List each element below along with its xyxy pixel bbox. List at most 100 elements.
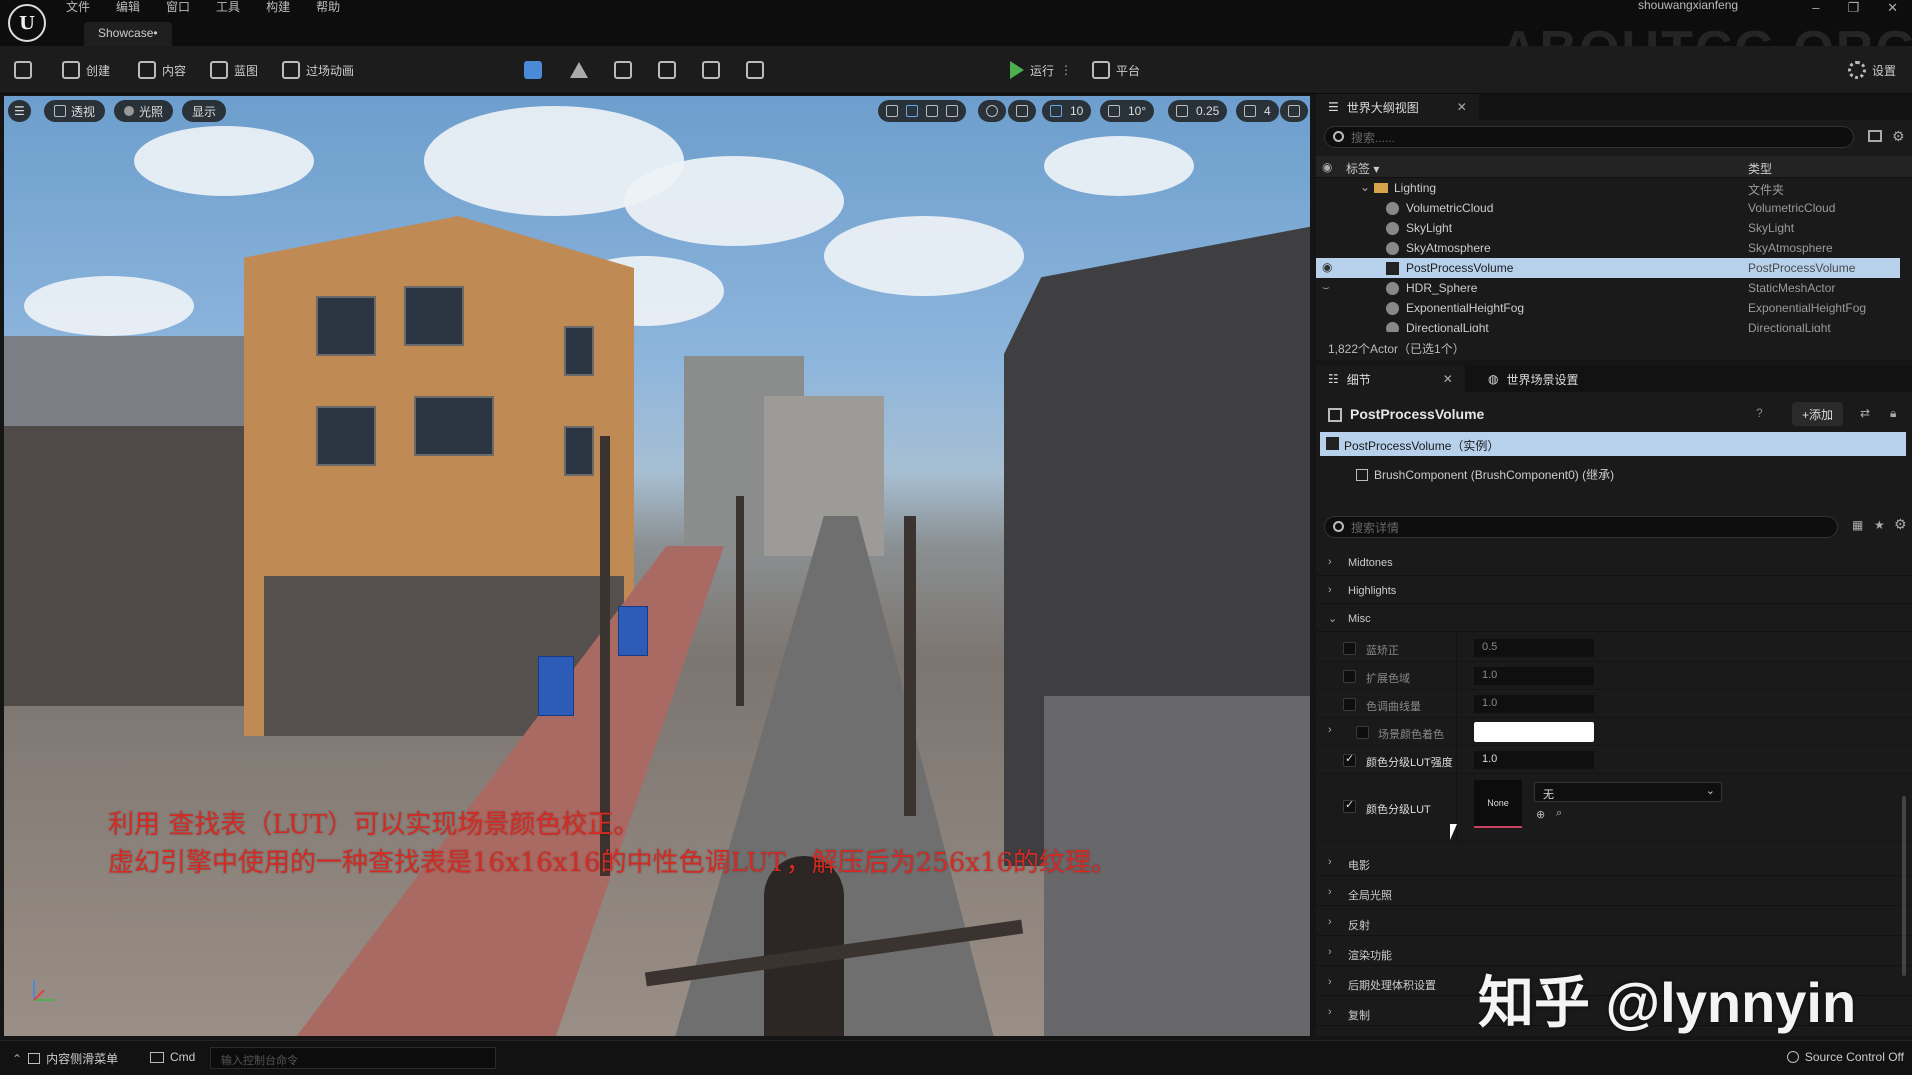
menu-help[interactable]: 帮助 <box>316 0 340 15</box>
grid-snap-button[interactable]: 10 <box>1042 100 1092 122</box>
prop-value-input[interactable]: 0.5 <box>1474 639 1594 657</box>
prop-value-input[interactable]: 1.0 <box>1474 667 1594 685</box>
maximize-viewport-button[interactable] <box>1280 100 1308 122</box>
outliner-row-selected[interactable]: ◉ PostProcessVolume PostProcessVolume <box>1316 258 1900 278</box>
override-checkbox[interactable] <box>1343 642 1356 655</box>
add-folder-icon[interactable] <box>1868 130 1882 142</box>
section-misc[interactable]: ⌄ Misc <box>1316 606 1912 632</box>
blueprint-button[interactable]: 蓝图 <box>210 58 258 82</box>
content-button[interactable]: 内容 <box>138 58 186 82</box>
menu-window[interactable]: 窗口 <box>166 0 190 15</box>
cmd-button[interactable]: Cmd <box>150 1050 195 1064</box>
menu-file[interactable]: 文件 <box>66 0 90 15</box>
help-icon[interactable]: ? <box>1756 406 1763 420</box>
outliner-row[interactable]: DirectionalLight DirectionalLight <box>1316 318 1900 332</box>
surface-snap-toggle[interactable] <box>1008 100 1036 122</box>
foliage-mode-button[interactable] <box>614 58 632 82</box>
section-reflections[interactable]: › 反射 <box>1316 910 1912 936</box>
override-checkbox-checked[interactable] <box>1343 798 1356 813</box>
select-mode-button[interactable] <box>524 58 542 82</box>
outliner-row[interactable]: ExponentialHeightFog ExponentialHeightFo… <box>1316 298 1900 318</box>
outliner-row[interactable]: VolumetricCloud VolumetricCloud <box>1316 198 1900 218</box>
create-button[interactable]: 创建 <box>62 58 110 82</box>
landscape-mode-button[interactable] <box>570 58 588 82</box>
color-swatch[interactable] <box>1474 722 1594 742</box>
chevron-down-icon[interactable]: ⌄ <box>1360 180 1370 194</box>
run-button[interactable]: 运行 ⋮ <box>1010 58 1072 82</box>
find-in-browser-icon[interactable]: ⌕ <box>1556 807 1562 820</box>
eye-icon[interactable]: ◉ <box>1322 260 1332 274</box>
content-drawer-button[interactable]: ⌃ 内容侧滑菜单 <box>12 1050 118 1067</box>
scale-tool-icon[interactable] <box>946 105 958 117</box>
rotate-tool-icon[interactable] <box>926 105 938 117</box>
details-search-input[interactable]: 搜索详情 <box>1324 516 1838 538</box>
override-checkbox-checked[interactable] <box>1343 752 1356 767</box>
lighting-button[interactable]: 光照 <box>114 100 174 122</box>
section-highlights[interactable]: › Highlights <box>1316 578 1912 604</box>
add-component-button[interactable]: +添加 <box>1792 402 1844 426</box>
override-checkbox[interactable] <box>1356 726 1369 739</box>
run-options-icon[interactable]: ⋮ <box>1060 63 1072 77</box>
type-column-header[interactable]: 类型 <box>1748 160 1772 177</box>
angle-snap-button[interactable]: 10° <box>1100 100 1155 122</box>
section-film[interactable]: › 电影 <box>1316 850 1912 876</box>
tab-world-outliner[interactable]: ☰ 世界大纲视图 ✕ <box>1316 94 1479 120</box>
level-tab[interactable]: Showcase• <box>84 22 172 46</box>
minimize-button[interactable]: – <box>1812 0 1819 16</box>
favorites-icon[interactable]: ★ <box>1874 518 1885 532</box>
close-icon[interactable]: ✕ <box>1443 372 1453 386</box>
paint-mode-button[interactable] <box>658 58 676 82</box>
select-tool-icon[interactable] <box>886 105 898 117</box>
component-instance-row[interactable]: PostProcessVolume（实例） <box>1320 432 1906 456</box>
chevron-right-icon[interactable]: › <box>1328 724 1332 736</box>
outliner-search-input[interactable]: 搜索...... <box>1324 126 1854 148</box>
details-scrollbar[interactable] <box>1902 796 1906 976</box>
component-brush-row[interactable]: BrushComponent (BrushComponent0) (继承) <box>1356 466 1614 483</box>
scale-snap-button[interactable]: 0.25 <box>1168 100 1228 122</box>
perspective-button[interactable]: 透视 <box>44 100 106 122</box>
tab-world-settings[interactable]: ◍ 世界场景设置 <box>1476 366 1591 392</box>
settings-button[interactable]: 设置 <box>1848 58 1896 82</box>
prop-value-input[interactable]: 1.0 <box>1474 751 1594 769</box>
close-window-button[interactable]: ✕ <box>1887 0 1898 16</box>
modeling-mode-button[interactable] <box>702 58 720 82</box>
lut-thumbnail[interactable]: None <box>1474 780 1522 828</box>
platform-button[interactable]: 平台 <box>1092 58 1140 82</box>
outliner-row[interactable]: ⌄ Lighting 文件夹 <box>1316 178 1900 198</box>
override-checkbox[interactable] <box>1343 670 1356 683</box>
level-viewport[interactable]: ☰ 透视 光照 显示 10 10° 0.25 4 利用 查找表（LUT）可以实现… <box>4 96 1310 1036</box>
eye-closed-icon[interactable]: ⌣ <box>1322 280 1330 295</box>
lock-icon[interactable]: 🔒︎ <box>1890 406 1896 421</box>
prop-value-input[interactable]: 1.0 <box>1474 695 1594 713</box>
fracture-mode-button[interactable] <box>746 58 764 82</box>
unreal-logo-icon[interactable]: U <box>8 4 46 42</box>
save-button[interactable] <box>14 58 32 82</box>
lut-asset-dropdown[interactable]: 无 ⌄ <box>1534 782 1722 802</box>
override-checkbox[interactable] <box>1343 698 1356 711</box>
property-matrix-icon[interactable]: ▦ <box>1852 518 1863 532</box>
close-icon[interactable]: ✕ <box>1457 100 1467 114</box>
blueprint-convert-icon[interactable]: ⇄ <box>1860 406 1870 420</box>
viewport-menu-button[interactable]: ☰ <box>8 100 31 122</box>
source-control-button[interactable]: Source Control Off <box>1786 1050 1904 1064</box>
camera-speed-button[interactable]: 4 <box>1236 100 1279 122</box>
section-global-illumination[interactable]: › 全局光照 <box>1316 880 1912 906</box>
restore-button[interactable]: ❐ <box>1847 0 1859 16</box>
outliner-settings-icon[interactable]: ⚙ <box>1892 128 1905 145</box>
outliner-row[interactable]: ⌣ HDR_Sphere StaticMeshActor <box>1316 278 1900 298</box>
browse-arrow-icon[interactable]: ⊕ <box>1536 808 1545 821</box>
move-tool-icon[interactable] <box>906 105 918 117</box>
menu-build[interactable]: 构建 <box>266 0 290 15</box>
label-column-header[interactable]: 标签 ▾ <box>1346 160 1379 177</box>
world-local-toggle[interactable] <box>978 100 1006 122</box>
menu-edit[interactable]: 编辑 <box>116 0 140 15</box>
outliner-row[interactable]: SkyAtmosphere SkyAtmosphere <box>1316 238 1900 258</box>
tab-details[interactable]: ☷ 细节 ✕ <box>1316 366 1465 392</box>
menu-tools[interactable]: 工具 <box>216 0 240 15</box>
outliner-row[interactable]: SkyLight SkyLight <box>1316 218 1900 238</box>
console-command-input[interactable]: 输入控制台命令 <box>210 1047 496 1069</box>
show-button[interactable]: 显示 <box>182 100 227 122</box>
cinematics-button[interactable]: 过场动画 <box>282 58 354 82</box>
section-midtones[interactable]: › Midtones <box>1316 550 1912 576</box>
details-settings-icon[interactable]: ⚙ <box>1894 516 1907 533</box>
